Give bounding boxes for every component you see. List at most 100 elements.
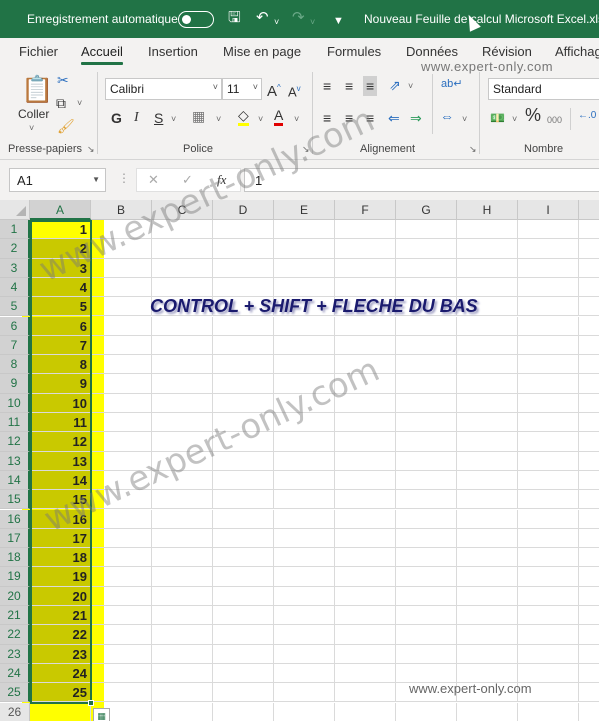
row-header[interactable]: 2 xyxy=(0,239,30,259)
cell[interactable] xyxy=(91,432,152,452)
row-header[interactable]: 6 xyxy=(0,316,30,336)
cell[interactable] xyxy=(152,393,213,413)
cell[interactable] xyxy=(274,509,335,529)
cell[interactable] xyxy=(274,316,335,336)
cell[interactable] xyxy=(152,625,213,645)
cell[interactable] xyxy=(335,277,396,298)
cell[interactable] xyxy=(579,278,599,298)
cell[interactable] xyxy=(457,586,518,606)
cell[interactable] xyxy=(91,335,152,356)
cell[interactable] xyxy=(579,606,599,626)
cut-icon[interactable]: ✂ xyxy=(57,72,69,88)
cell[interactable] xyxy=(274,606,335,626)
row-header[interactable]: 4 xyxy=(0,277,30,298)
tab-revision[interactable]: Révision xyxy=(482,44,532,59)
cell[interactable] xyxy=(213,374,274,394)
cell-a21[interactable]: 21 xyxy=(30,606,91,626)
cell[interactable] xyxy=(518,567,579,587)
cell[interactable] xyxy=(91,606,152,626)
cell[interactable] xyxy=(396,316,457,336)
cell[interactable] xyxy=(335,451,396,471)
cell[interactable] xyxy=(213,528,274,549)
cell[interactable] xyxy=(152,239,213,259)
row-header[interactable]: 14 xyxy=(0,470,30,491)
font-name-combo[interactable]: Calibri ˅ xyxy=(105,78,222,100)
cell[interactable] xyxy=(213,509,274,529)
cell[interactable] xyxy=(335,663,396,684)
cancel-icon[interactable]: ✕ xyxy=(148,172,159,188)
cell[interactable] xyxy=(91,413,152,433)
row-header[interactable]: 9 xyxy=(0,374,30,394)
cell[interactable] xyxy=(518,451,579,471)
cell[interactable] xyxy=(274,625,335,645)
formula-bar-grip-icon[interactable]: ⋮ xyxy=(118,171,130,185)
column-header-e[interactable]: E xyxy=(274,200,335,220)
cell[interactable] xyxy=(579,297,599,317)
cell[interactable] xyxy=(579,510,599,529)
row-header[interactable]: 3 xyxy=(0,258,30,278)
increase-indent-icon[interactable]: ⇒ xyxy=(410,110,422,126)
cell[interactable] xyxy=(518,239,579,259)
format-painter-icon[interactable]: 🖌 xyxy=(57,118,75,134)
merge-center-icon[interactable]: ⇔ xyxy=(440,108,454,124)
cell[interactable] xyxy=(457,509,518,529)
column-header-f[interactable]: F xyxy=(335,200,396,220)
cell[interactable] xyxy=(457,432,518,452)
cell[interactable] xyxy=(91,277,152,298)
font-color-dropdown-icon[interactable]: ˅ xyxy=(294,114,299,124)
save-icon[interactable]: 🖫 xyxy=(228,9,241,27)
cell[interactable] xyxy=(335,548,396,568)
column-header-a[interactable]: A xyxy=(30,200,91,220)
cell[interactable] xyxy=(213,470,274,491)
cell[interactable] xyxy=(457,355,518,375)
cell[interactable] xyxy=(396,644,457,664)
cell[interactable] xyxy=(152,702,213,721)
cell[interactable] xyxy=(518,316,579,336)
merge-dropdown-icon[interactable]: ˅ xyxy=(462,114,467,124)
column-header-h[interactable]: H xyxy=(457,200,518,220)
cell[interactable] xyxy=(518,355,579,375)
cell[interactable] xyxy=(152,374,213,394)
accounting-format-icon[interactable]: 💵 xyxy=(490,110,505,126)
paste-icon[interactable]: 📋 xyxy=(21,74,53,104)
cell-a18[interactable]: 18 xyxy=(30,548,91,568)
cell[interactable] xyxy=(335,413,396,433)
cell[interactable] xyxy=(335,644,396,664)
cell[interactable] xyxy=(213,644,274,664)
cell[interactable] xyxy=(396,413,457,433)
cell[interactable] xyxy=(457,239,518,259)
row-header[interactable]: 13 xyxy=(0,451,30,471)
tab-accueil[interactable]: Accueil xyxy=(81,44,123,65)
cell[interactable] xyxy=(91,528,152,549)
cell[interactable] xyxy=(457,470,518,491)
cell[interactable] xyxy=(518,509,579,529)
row-header[interactable]: 1 xyxy=(0,220,30,240)
cell-a9[interactable]: 9 xyxy=(30,374,91,394)
cell[interactable] xyxy=(152,663,213,684)
cell[interactable] xyxy=(335,528,396,549)
tab-donnees[interactable]: Données xyxy=(406,44,458,59)
cell[interactable] xyxy=(274,432,335,452)
cell[interactable] xyxy=(579,374,599,394)
column-header-j[interactable] xyxy=(579,200,599,220)
cell[interactable] xyxy=(396,567,457,587)
cell-a26[interactable] xyxy=(30,702,91,721)
cell[interactable] xyxy=(579,394,599,413)
cell[interactable] xyxy=(579,336,599,356)
cell[interactable] xyxy=(91,393,152,413)
cell[interactable] xyxy=(579,220,599,240)
cell[interactable] xyxy=(457,625,518,645)
cell-a6[interactable]: 6 xyxy=(30,316,91,336)
cell[interactable] xyxy=(518,258,579,278)
cell[interactable] xyxy=(396,335,457,356)
cell[interactable] xyxy=(91,663,152,684)
cell-a22[interactable]: 22 xyxy=(30,625,91,645)
cell[interactable] xyxy=(579,645,599,664)
cell[interactable] xyxy=(91,683,152,703)
cell[interactable] xyxy=(457,413,518,433)
cell[interactable] xyxy=(518,644,579,664)
orientation-dropdown-icon[interactable]: ˅ xyxy=(408,81,413,91)
cell[interactable] xyxy=(396,509,457,529)
cell[interactable] xyxy=(396,606,457,626)
underline-button[interactable]: S xyxy=(154,110,163,126)
